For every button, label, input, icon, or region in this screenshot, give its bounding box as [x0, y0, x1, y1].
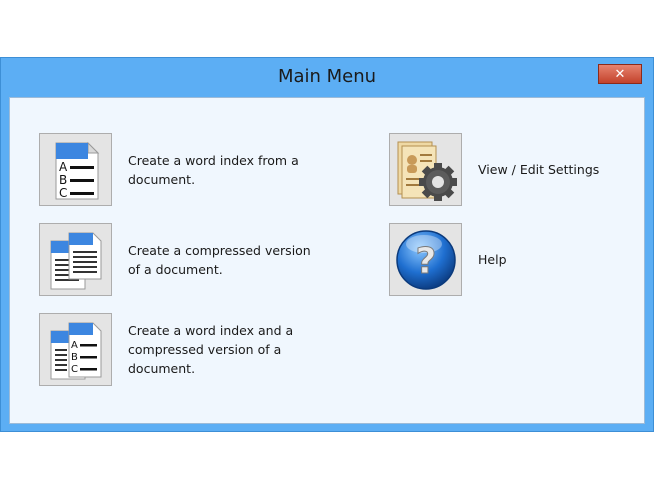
word-index-label: Create a word index from a document.	[128, 152, 299, 187]
menu-item-help: ? Help	[389, 223, 654, 296]
word-index-icon: A B C	[55, 141, 99, 200]
close-button[interactable]: ✕	[598, 64, 642, 84]
menu-item-word-index: A B C Create a word index from a documen…	[39, 133, 318, 206]
help-button[interactable]: ?	[389, 223, 462, 296]
index-and-compress-label: Create a word index and a compressed ver…	[128, 323, 294, 376]
settings-gear-icon	[397, 141, 457, 201]
title-bar[interactable]: Main Menu ✕	[1, 58, 653, 96]
svg-text:B: B	[59, 173, 67, 187]
svg-text:A: A	[59, 160, 68, 174]
window-title: Main Menu	[277, 66, 377, 87]
settings-label: View / Edit Settings	[478, 162, 600, 177]
close-icon: ✕	[614, 66, 626, 82]
help-question-icon: ?	[395, 229, 456, 290]
svg-text:B: B	[71, 352, 78, 363]
svg-text:C: C	[59, 186, 67, 200]
settings-button[interactable]	[389, 133, 462, 206]
compress-label: Create a compressed version of a documen…	[128, 242, 311, 277]
help-label: Help	[478, 252, 507, 267]
menu-panel: A B C Create a word index from a documen…	[9, 97, 645, 424]
index-and-compress-icon: A B C	[50, 322, 101, 379]
svg-text:A: A	[71, 340, 78, 351]
svg-text:C: C	[71, 364, 78, 375]
menu-item-settings: View / Edit Settings	[389, 133, 654, 206]
menu-item-index-and-compress: A B C Create a word index and a compress…	[39, 313, 318, 386]
compress-document-icon	[50, 232, 101, 289]
word-index-button[interactable]: A B C	[39, 133, 112, 206]
index-and-compress-button[interactable]: A B C	[39, 313, 112, 386]
main-menu-window: Main Menu ✕ A B C Create a word index fr…	[0, 57, 654, 432]
menu-item-compress: Create a compressed version of a documen…	[39, 223, 318, 296]
svg-text:?: ?	[415, 241, 436, 282]
compress-button[interactable]	[39, 223, 112, 296]
